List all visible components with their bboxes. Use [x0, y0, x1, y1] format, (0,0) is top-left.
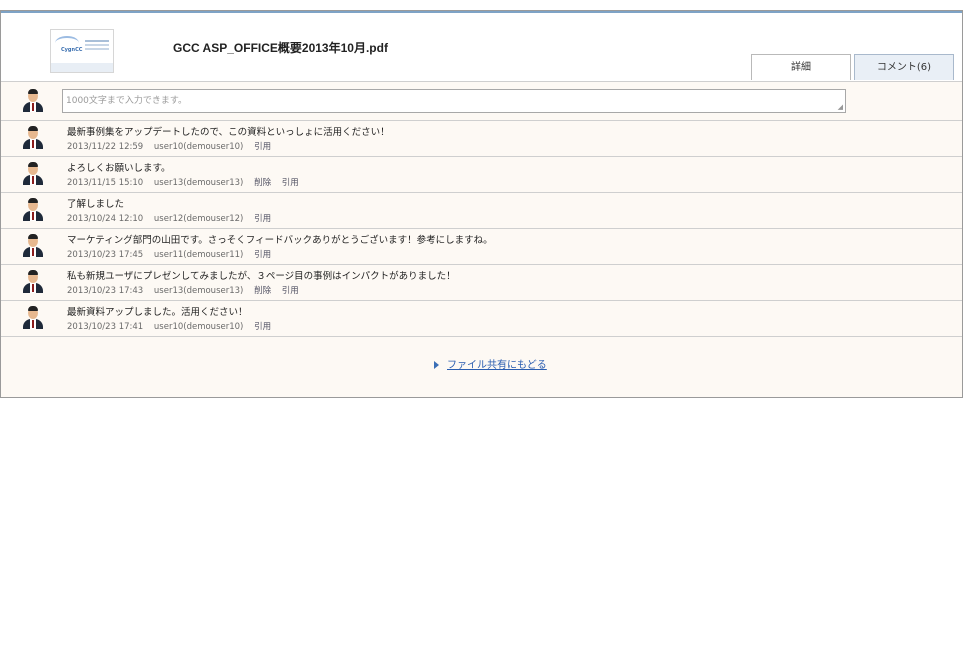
- comment-date: 2013/11/15 15:10: [67, 178, 144, 188]
- comment-input-row: 1000文字まで入力できます。 ◢: [1, 80, 962, 121]
- delete-link[interactable]: 削除: [254, 286, 271, 296]
- comment-date: 2013/10/23 17:43: [67, 286, 144, 296]
- comment-meta: 2013/10/23 17:45 user11(demouser11) 引用: [67, 248, 279, 260]
- avatar: [22, 234, 44, 258]
- comment-input[interactable]: 1000文字まで入力できます。 ◢: [62, 89, 846, 113]
- avatar: [22, 126, 44, 150]
- avatar: [22, 306, 44, 330]
- comment-date: 2013/10/24 12:10: [67, 214, 144, 224]
- comment-user: user10(demouser10): [153, 142, 244, 152]
- comment-row: 私も新規ユーザにプレゼンしてみましたが、３ページ目の事例はインパクトがありました…: [1, 265, 962, 301]
- quote-link[interactable]: 引用: [254, 214, 271, 224]
- comment-meta: 2013/11/15 15:10 user13(demouser13) 削除 引…: [67, 176, 307, 188]
- back-link-label: ファイル共有にもどる: [447, 360, 547, 371]
- comment-row: 最新事例集をアップデートしたので、この資料といっしょに活用ください！ 2013/…: [1, 121, 962, 157]
- comment-user: user13(demouser13): [153, 178, 244, 188]
- comment-meta: 2013/10/23 17:43 user13(demouser13) 削除 引…: [67, 284, 307, 296]
- comment-text: 最新事例集をアップデートしたので、この資料といっしょに活用ください！: [67, 127, 390, 138]
- comment-row: マーケティング部門の山田です。さっそくフィードバックありがとうございます！参考に…: [1, 229, 962, 265]
- comment-date: 2013/11/22 12:59: [67, 142, 144, 152]
- current-user-avatar: [22, 89, 44, 113]
- comment-input-placeholder: 1000文字まで入力できます。: [66, 96, 188, 106]
- file-title: GCC ASP_OFFICE概要2013年10月.pdf: [173, 41, 388, 55]
- comment-row: よろしくお願いします。 2013/11/15 15:10 user13(demo…: [1, 157, 962, 193]
- comment-text: マーケティング部門の山田です。さっそくフィードバックありがとうございます！参考に…: [67, 235, 493, 246]
- quote-link[interactable]: 引用: [282, 178, 299, 188]
- comment-date: 2013/10/23 17:41: [67, 322, 144, 332]
- comment-panel: CygnCC GCC ASP_OFFICE概要2013年10月.pdf 詳細 コ…: [0, 10, 963, 398]
- comment-user: user10(demouser10): [153, 322, 244, 332]
- comment-user: user12(demouser12): [153, 214, 244, 224]
- file-header: CygnCC GCC ASP_OFFICE概要2013年10月.pdf 詳細 コ…: [1, 11, 962, 82]
- tab-detail[interactable]: 詳細: [751, 54, 851, 80]
- back-to-file-share-link[interactable]: ファイル共有にもどる: [434, 356, 547, 371]
- comment-row: 最新資料アップしました。活用ください！ 2013/10/23 17:41 use…: [1, 301, 962, 337]
- comment-row: 了解しました 2013/10/24 12:10 user12(demouser1…: [1, 193, 962, 229]
- comment-date: 2013/10/23 17:45: [67, 250, 144, 260]
- quote-link[interactable]: 引用: [254, 250, 271, 260]
- comment-text: よろしくお願いします。: [67, 163, 171, 174]
- delete-link[interactable]: 削除: [254, 178, 271, 188]
- arrow-right-icon: [434, 361, 439, 369]
- thumbnail-text-lines: [85, 40, 109, 42]
- avatar: [22, 198, 44, 222]
- avatar: [22, 270, 44, 294]
- avatar: [22, 162, 44, 186]
- thumbnail-footer-bar: [51, 63, 113, 72]
- resize-handle-icon[interactable]: ◢: [838, 103, 843, 111]
- comment-meta: 2013/10/24 12:10 user12(demouser12) 引用: [67, 212, 279, 224]
- comment-text: 了解しました: [67, 199, 125, 210]
- comment-user: user13(demouser13): [153, 286, 244, 296]
- comment-meta: 2013/10/23 17:41 user10(demouser10) 引用: [67, 320, 279, 332]
- quote-link[interactable]: 引用: [254, 322, 271, 332]
- comment-user: user11(demouser11): [153, 250, 244, 260]
- comment-text: 最新資料アップしました。活用ください！: [67, 307, 248, 318]
- tab-comment[interactable]: コメント(6): [854, 54, 954, 80]
- comment-text: 私も新規ユーザにプレゼンしてみましたが、３ページ目の事例はインパクトがありました…: [67, 271, 456, 282]
- quote-link[interactable]: 引用: [282, 286, 299, 296]
- comment-meta: 2013/11/22 12:59 user10(demouser10) 引用: [67, 140, 279, 152]
- thumbnail-logo: CygnCC: [61, 47, 83, 53]
- file-thumbnail[interactable]: CygnCC: [50, 29, 114, 73]
- quote-link[interactable]: 引用: [254, 142, 271, 152]
